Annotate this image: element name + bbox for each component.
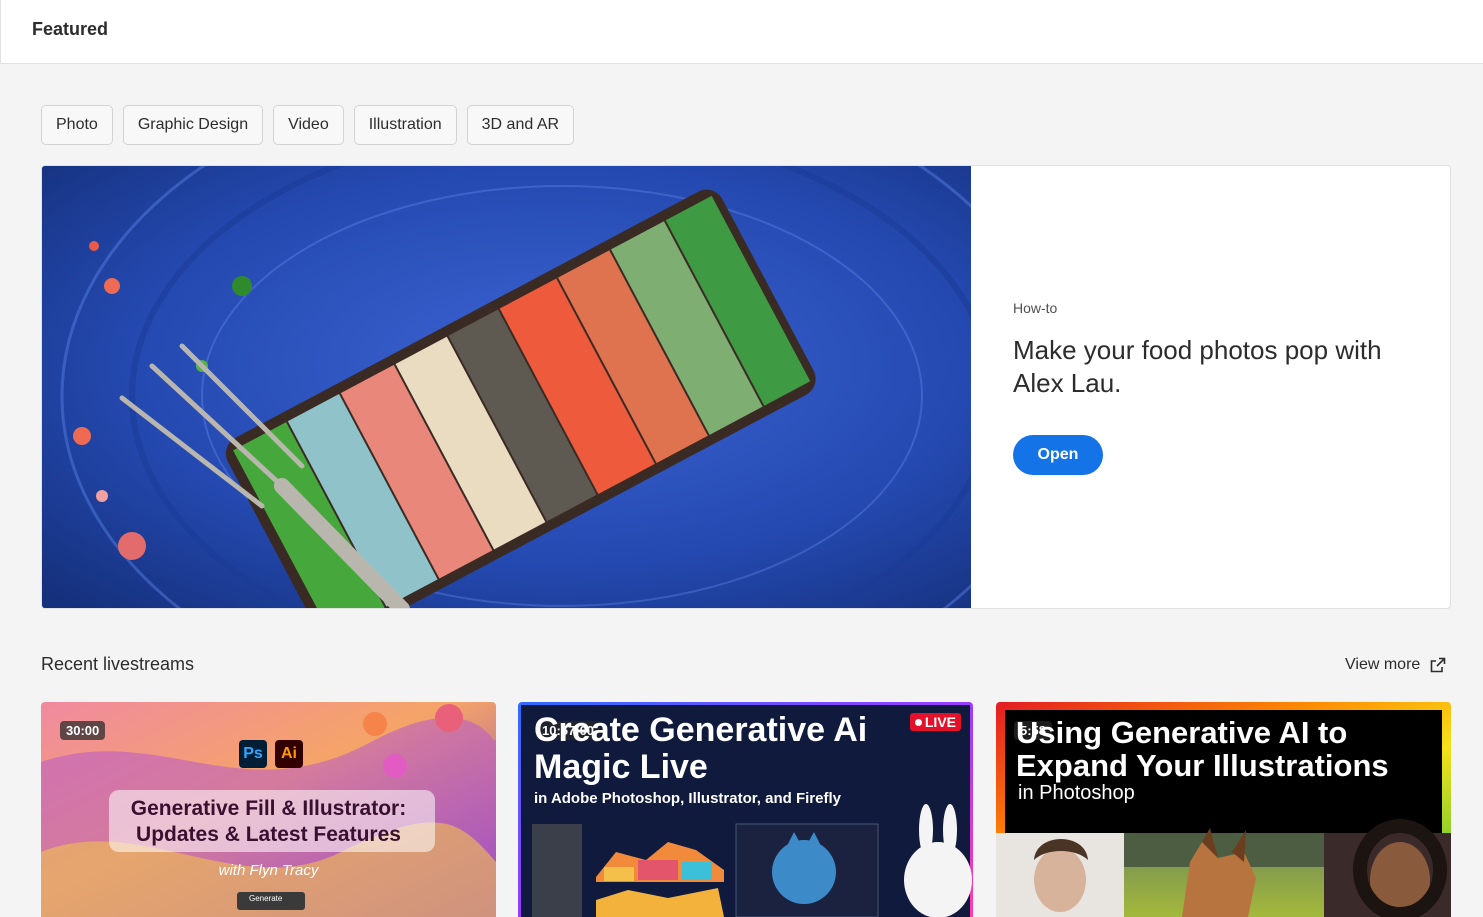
- category-filters: Photo Graphic Design Video Illustration …: [41, 105, 575, 145]
- card-headline-line: Using Generative AI to: [1016, 715, 1348, 750]
- card-headline: Create Generative Ai Magic Live: [534, 712, 867, 786]
- filter-chip-3d-ar[interactable]: 3D and AR: [466, 105, 575, 145]
- card-headline: Using Generative AI to Expand Your Illus…: [1016, 716, 1389, 782]
- card-headline-line: Updates & Latest Features: [136, 823, 401, 846]
- filter-chip-graphic-design[interactable]: Graphic Design: [122, 105, 264, 145]
- view-more-label: View more: [1345, 656, 1421, 673]
- page-title: Featured: [32, 19, 109, 39]
- illustrator-icon: Ai: [281, 745, 297, 762]
- featured-eyebrow: How-to: [1013, 300, 1058, 316]
- live-dot-icon: [914, 718, 922, 726]
- card-subline: in Photoshop: [1018, 782, 1135, 804]
- livestream-card[interactable]: 5:58 Using Generative AI to Expand Your …: [996, 702, 1451, 917]
- view-more-link[interactable]: View more: [1345, 656, 1446, 674]
- filter-chip-illustration[interactable]: Illustration: [353, 105, 457, 145]
- card-byline: with Flyn Tracy: [218, 862, 319, 879]
- live-badge: LIVE: [909, 713, 961, 731]
- card-headline-line: Expand Your Illustrations: [1016, 748, 1389, 783]
- live-label: LIVE: [924, 714, 956, 730]
- livestream-card[interactable]: 30:00 Ps Ai Generative Fill & Illustrato…: [41, 702, 496, 917]
- open-button[interactable]: Open: [1013, 435, 1103, 475]
- top-bar: Featured: [0, 0, 1483, 64]
- duration-badge: 30:00: [60, 721, 106, 740]
- featured-image: [42, 166, 971, 608]
- section-title: Recent livestreams: [41, 654, 195, 674]
- rainbow-cake-illustration: [42, 166, 971, 608]
- livestream-card[interactable]: 10:57:00 LIVE Create Generative Ai Magic…: [518, 702, 973, 917]
- card-subline: in Adobe Photoshop, Illustrator, and Fir…: [534, 790, 841, 807]
- filter-chip-video[interactable]: Video: [273, 105, 344, 145]
- card-headline: Generative Fill & Illustrator: Updates &…: [101, 796, 436, 848]
- photoshop-icon: Ps: [243, 745, 263, 762]
- card-headline-line: Magic Live: [534, 748, 708, 786]
- filter-chip-photo[interactable]: Photo: [41, 105, 113, 145]
- card-headline-line: Generative Fill & Illustrator:: [130, 797, 407, 820]
- external-link-icon: [1430, 657, 1446, 673]
- featured-card[interactable]: How-to Make your food photos pop with Al…: [41, 165, 1451, 609]
- featured-title: Make your food photos pop with Alex Lau.: [1013, 335, 1382, 398]
- generate-label: Generate: [249, 894, 283, 903]
- featured-text: How-to Make your food photos pop with Al…: [1013, 166, 1450, 608]
- card-headline-line: Create Generative Ai: [534, 711, 868, 749]
